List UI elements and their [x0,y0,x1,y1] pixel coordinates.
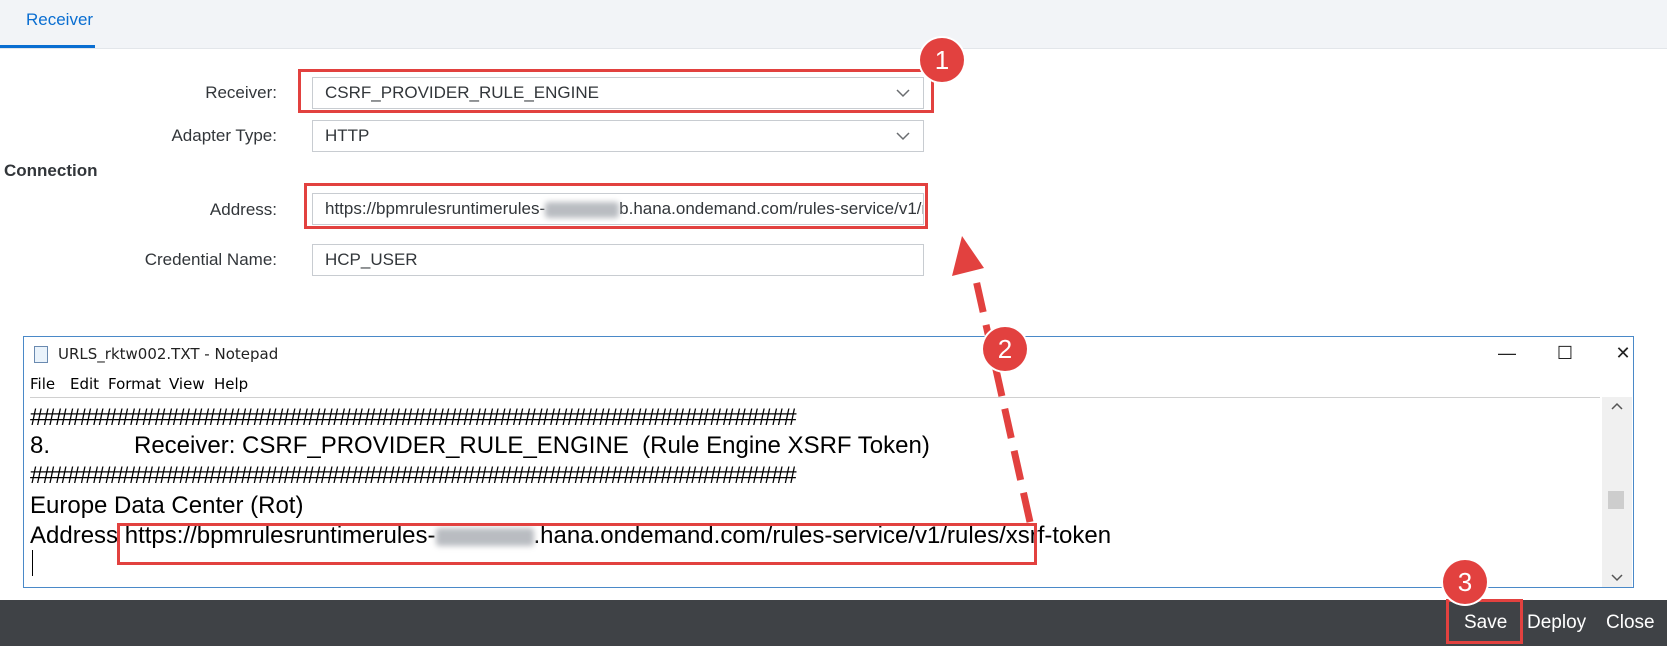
step-2-badge: 2 [983,327,1027,371]
close-button[interactable]: Close [1606,612,1655,634]
deploy-button[interactable]: Deploy [1527,612,1586,634]
footer-bar [0,600,1667,646]
step-3-badge: 3 [1443,560,1487,604]
dashed-arrow-icon [952,236,1034,523]
highlight-save [1446,599,1523,644]
